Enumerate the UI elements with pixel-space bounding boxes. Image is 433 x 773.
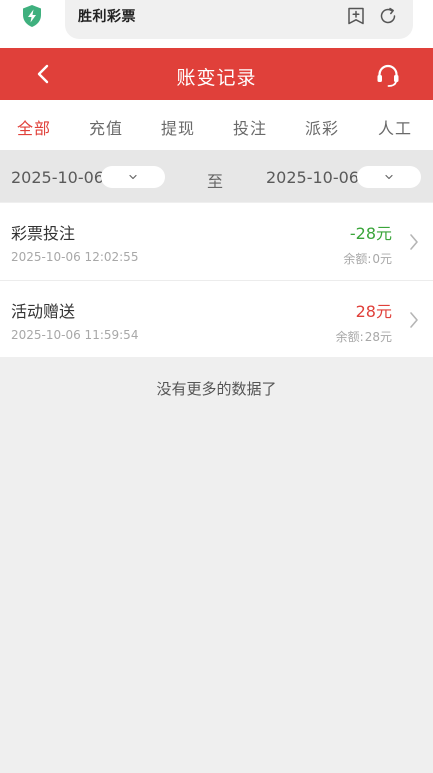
list-item[interactable]: 活动赠送 2025-10-06 11:59:54 28元 余额:28元 — [0, 280, 433, 357]
chevron-right-icon — [410, 312, 418, 328]
list-item[interactable]: 彩票投注 2025-10-06 12:02:55 -28元 余额:0元 — [0, 203, 433, 280]
date-range-bar: 2025-10-06 至 2025-10-06 — [0, 150, 433, 202]
chevron-right-icon — [410, 234, 418, 250]
tab-payout[interactable]: 派彩 — [305, 115, 339, 139]
no-more-data-text: 没有更多的数据了 — [156, 380, 277, 398]
balance-label: 余额: — [335, 330, 364, 344]
chevron-down-icon — [385, 174, 393, 180]
app-header: 账变记录 — [0, 48, 433, 100]
tab-withdraw[interactable]: 提现 — [161, 115, 195, 139]
tab-manual[interactable]: 人工 — [378, 115, 412, 139]
record-amount: -28元 — [349, 224, 392, 243]
record-time: 2025-10-06 12:02:55 — [11, 250, 139, 264]
page-title: 账变记录 — [176, 67, 257, 89]
shield-bolt-icon[interactable] — [21, 4, 43, 28]
balance-value: 28元 — [364, 330, 392, 344]
back-arrow-icon[interactable] — [30, 61, 56, 87]
headset-icon[interactable] — [374, 61, 402, 89]
record-balance: 余额:0元 — [343, 250, 392, 267]
record-type: 彩票投注 — [11, 224, 76, 243]
url-bar[interactable]: 胜利彩票 — [65, 0, 413, 39]
tab-all[interactable]: 全部 — [17, 115, 51, 139]
record-time: 2025-10-06 11:59:54 — [11, 328, 139, 342]
balance-label: 余额: — [343, 252, 372, 266]
balance-value: 0元 — [372, 252, 392, 266]
start-date: 2025-10-06 — [11, 168, 104, 187]
transaction-list: 彩票投注 2025-10-06 12:02:55 -28元 余额:0元 活动赠送… — [0, 203, 433, 357]
start-date-picker[interactable] — [101, 166, 165, 188]
record-type: 活动赠送 — [11, 302, 76, 321]
browser-address-bar: 胜利彩票 — [0, 0, 433, 48]
category-tabs: 全部 充值 提现 投注 派彩 人工 — [0, 100, 433, 150]
date-separator: 至 — [207, 172, 224, 191]
end-date-picker[interactable] — [357, 166, 421, 188]
end-date: 2025-10-06 — [266, 168, 359, 187]
record-amount: 28元 — [355, 302, 392, 321]
refresh-icon[interactable] — [378, 6, 398, 26]
chevron-down-icon — [129, 174, 137, 180]
tab-recharge[interactable]: 充值 — [89, 115, 123, 139]
tab-bet[interactable]: 投注 — [233, 115, 267, 139]
site-title: 胜利彩票 — [78, 9, 136, 25]
record-balance: 余额:28元 — [336, 328, 392, 345]
bookmark-add-icon[interactable] — [346, 6, 366, 26]
